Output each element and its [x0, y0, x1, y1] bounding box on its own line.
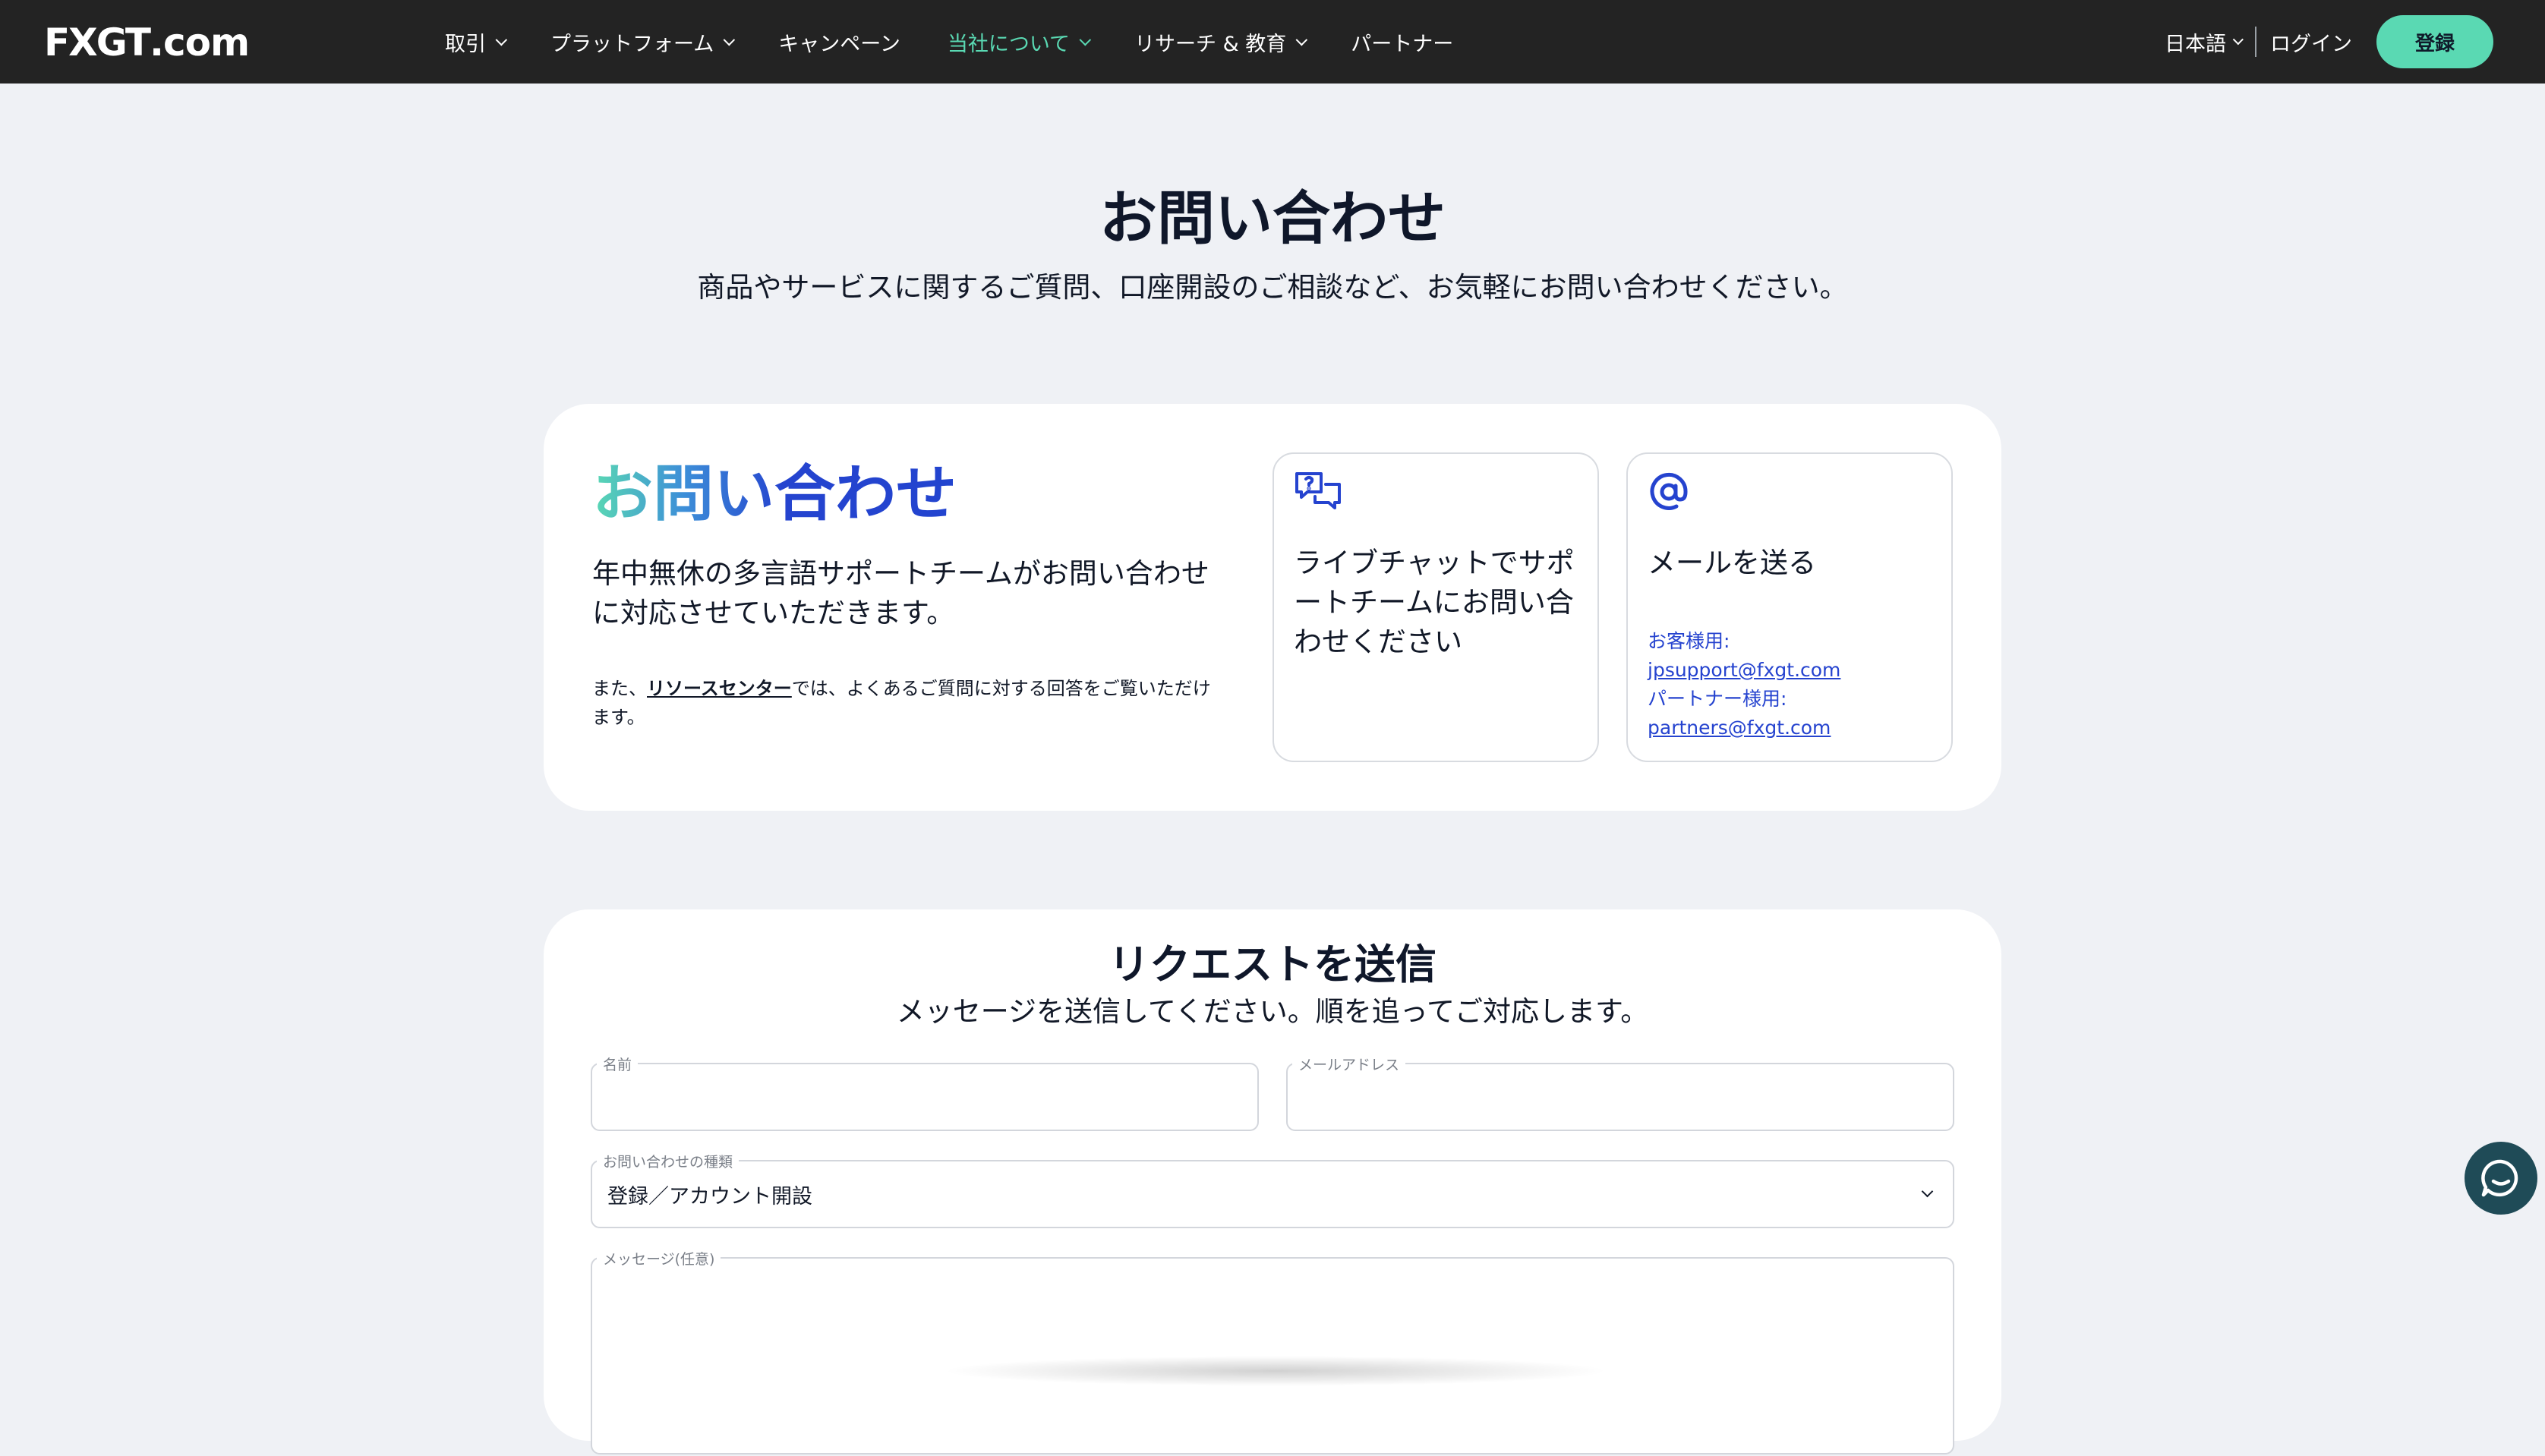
contact-card: お問い合わせ 年中無休の多言語サポートチームがお問い合わせに対応させていただきま…: [544, 404, 2001, 811]
customer-email-label: お客様用:: [1648, 630, 1730, 652]
nav-right: 日本語 ログイン 登録: [2165, 0, 2493, 84]
inquiry-type-select[interactable]: お問い合わせの種類 登録／アカウント開設: [591, 1151, 1954, 1228]
nav-item-platform[interactable]: プラットフォーム: [550, 27, 736, 57]
chevron-down-icon: [1921, 1185, 1934, 1198]
form-title: リクエストを送信: [1109, 941, 1436, 988]
nav-item-about[interactable]: 当社について: [947, 27, 1092, 57]
email-title: メールを送る: [1648, 547, 1816, 579]
top-navigation: FXGT .com 取引 プラットフォーム キャンペーン 当社について リサーチ …: [0, 0, 2545, 84]
partner-email-link[interactable]: partners@fxgt.com: [1648, 717, 1831, 739]
contact-heading-text: お問い合わせ: [592, 459, 957, 529]
language-label: 日本語: [2165, 32, 2226, 56]
nav-item-research[interactable]: リサーチ & 教育: [1134, 27, 1308, 57]
logo-domain: .com: [149, 20, 250, 65]
live-chat-title: ライブチャットでサポートチームにお問い合わせください: [1294, 547, 1575, 658]
nav-item-partner[interactable]: パートナー: [1351, 27, 1453, 57]
email-option: メールを送る お客様用: jpsupport@fxgt.com パートナー様用:…: [1626, 452, 1953, 762]
floating-shadow: [941, 1356, 1610, 1386]
fxgt-logo[interactable]: FXGT .com: [44, 20, 250, 65]
chevron-down-icon: [1295, 33, 1308, 46]
nav-item-label: 当社について: [947, 32, 1071, 56]
contact-heading: お問い合わせ: [592, 445, 957, 533]
logo-mark: FXGT: [44, 20, 151, 65]
chat-bubble-icon: [2481, 1159, 2518, 1197]
nav-item-label: リサーチ & 教育: [1134, 32, 1287, 56]
email-addresses: お客様用: jpsupport@fxgt.com パートナー様用: partne…: [1648, 627, 1944, 742]
live-chat-button[interactable]: [2465, 1142, 2537, 1215]
contact-note: また、リソースセンターでは、よくあるご質問に対する回答をご覧いただけます。: [592, 674, 1215, 732]
chevron-down-icon: [1079, 33, 1092, 46]
message-label: メッセージ(任意): [597, 1248, 721, 1268]
chevron-down-icon: [723, 33, 736, 46]
name-input[interactable]: [592, 1064, 1257, 1130]
name-field: 名前: [591, 1054, 1259, 1131]
nav-divider: [2255, 27, 2256, 57]
live-chat-option[interactable]: ライブチャットでサポートチームにお問い合わせください: [1272, 452, 1599, 762]
nav-item-label: キャンペーン: [778, 32, 900, 56]
page-title: お問い合わせ: [1099, 184, 1446, 252]
contact-description: 年中無休の多言語サポートチームがお問い合わせに対応させていただきます。: [592, 557, 1209, 629]
main-nav: 取引 プラットフォーム キャンペーン 当社について リサーチ & 教育 パートナ…: [445, 0, 1500, 84]
form-subtitle: メッセージを送信してください。順を追ってご対応します。: [896, 995, 1649, 1028]
inquiry-type-value: 登録／アカウント開設: [607, 1184, 812, 1209]
chat-question-icon: [1295, 472, 1341, 509]
page-subtitle: 商品やサービスに関するご質問、口座開設のご相談など、お気軽にお問い合わせください…: [697, 271, 1848, 304]
login-link[interactable]: ログイン: [2270, 27, 2352, 57]
email-label: メールアドレス: [1292, 1054, 1406, 1074]
partner-email-label: パートナー様用:: [1648, 688, 1787, 710]
nav-item-label: プラットフォーム: [550, 32, 714, 56]
note-prefix: また、: [592, 678, 647, 699]
name-label: 名前: [597, 1054, 639, 1074]
nav-item-campaign[interactable]: キャンペーン: [778, 27, 900, 57]
customer-email-link[interactable]: jpsupport@fxgt.com: [1648, 659, 1840, 681]
chevron-down-icon: [2232, 34, 2244, 46]
at-sign-icon: [1650, 472, 1688, 510]
email-field: メールアドレス: [1286, 1054, 1954, 1131]
chevron-down-icon: [495, 33, 508, 46]
resource-center-link[interactable]: リソースセンター: [647, 678, 792, 699]
nav-item-label: 取引: [445, 32, 486, 56]
register-button[interactable]: 登録: [2376, 15, 2493, 68]
nav-item-trading[interactable]: 取引: [445, 27, 508, 57]
language-selector[interactable]: 日本語: [2165, 27, 2244, 57]
nav-item-label: パートナー: [1351, 32, 1454, 56]
